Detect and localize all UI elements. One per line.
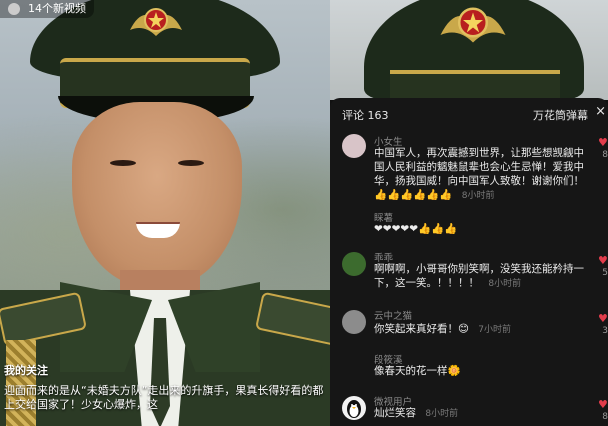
my-follow-label[interactable]: 我的关注 bbox=[4, 362, 48, 378]
new-videos-chip[interactable]: 14个新视频 bbox=[0, 0, 94, 18]
avatar[interactable] bbox=[342, 310, 366, 334]
like-count: 8 bbox=[602, 150, 608, 160]
like-heart-icon[interactable]: ♥ bbox=[598, 254, 608, 267]
avatar-icon bbox=[8, 3, 20, 15]
comment-emoji-line: 👍👍👍👍👍👍 8小时前 bbox=[374, 188, 584, 203]
comment-item[interactable]: 乖乖 啊啊啊，小哥哥你别笑啊，没笑我还能矜持一下，这一笑。！！！！ 8小时前 ♥… bbox=[330, 250, 608, 296]
close-icon[interactable]: × bbox=[595, 104, 606, 119]
video-thumb-top bbox=[330, 0, 608, 104]
new-videos-label: 14个新视频 bbox=[28, 2, 86, 15]
cap-badge-icon bbox=[440, 7, 506, 43]
comment-item[interactable]: 小女生 中国军人，再次震撼到世界，让那些想觊觎中国人民利益的魑魅鼠辈也会心生忌惮… bbox=[330, 132, 608, 202]
cap-badge-icon bbox=[130, 8, 182, 36]
comment-author[interactable]: 云中之猫 bbox=[374, 308, 412, 322]
video-caption: 迎面而来的是从“未婚夫方队”走出来的升旗手，果真长得好看的都上交给国家了！少女心… bbox=[4, 384, 324, 411]
danmu-button[interactable]: 万花筒弹幕 bbox=[533, 107, 588, 123]
comment-item[interactable]: 微视用户 灿烂笑容 8小时前 ♥ 8 bbox=[330, 394, 608, 424]
comment-text: 像春天的花一样🌼 bbox=[374, 364, 584, 378]
comment-item[interactable]: 云中之猫 你笑起来真好看！😊 7小时前 ♥ 3 bbox=[330, 308, 608, 340]
comment-time: 8小时前 bbox=[461, 191, 495, 201]
comment-body: 中国军人，再次震撼到世界，让那些想觊觎中国人民利益的魑魅鼠辈也会心生忌惮！爱我中… bbox=[374, 147, 584, 187]
comments-side: 评论 163 万花筒弹幕 × 小女生 中国军人，再次震撼到世界，让那些想觊觎中国… bbox=[330, 0, 608, 426]
comment-item[interactable]: 段筱溪 像春天的花一样🌼 bbox=[330, 352, 608, 382]
comment-time: 7小时前 bbox=[478, 325, 512, 335]
eye-left bbox=[110, 160, 136, 166]
comment-body: 你笑起来真好看！😊 bbox=[374, 323, 469, 335]
comment-body: 像春天的花一样🌼 bbox=[374, 365, 461, 377]
like-count: 5 bbox=[602, 268, 608, 278]
comment-emoji-line: ❤❤❤❤❤👍👍👍 bbox=[374, 222, 584, 236]
avatar[interactable] bbox=[342, 396, 366, 420]
comment-body: 灿烂笑容 bbox=[374, 407, 416, 419]
like-count: 3 bbox=[602, 326, 608, 336]
comment-count: 评论 163 bbox=[342, 109, 389, 122]
avatar[interactable] bbox=[342, 134, 366, 158]
emoji-row: ❤❤❤❤❤👍👍👍 bbox=[374, 223, 458, 235]
like-count: 8 bbox=[602, 412, 608, 422]
emoji-row: 👍👍👍👍👍👍 bbox=[374, 189, 453, 201]
penguin-icon bbox=[347, 400, 361, 418]
like-heart-icon[interactable]: ♥ bbox=[598, 398, 608, 411]
comment-text: 中国军人，再次震撼到世界，让那些想觊觎中国人民利益的魑魅鼠辈也会心生忌惮！爱我中… bbox=[374, 146, 584, 188]
like-heart-icon[interactable]: ♥ bbox=[598, 312, 608, 325]
comment-item[interactable]: 睬薯 ❤❤❤❤❤👍👍👍 bbox=[330, 210, 608, 240]
comments-panel: 评论 163 万花筒弹幕 × 小女生 中国军人，再次震撼到世界，让那些想觊觎中国… bbox=[330, 98, 608, 426]
avatar[interactable] bbox=[342, 252, 366, 276]
comment-time: 8小时前 bbox=[488, 279, 522, 289]
aiguillette bbox=[6, 340, 36, 426]
comment-body: 啊啊啊，小哥哥你别笑啊，没笑我还能矜持一下，这一笑。！！！！ bbox=[374, 263, 584, 289]
comment-text: 灿烂笑容 8小时前 bbox=[374, 406, 584, 421]
comment-text: 啊啊啊，小哥哥你别笑啊，没笑我还能矜持一下，这一笑。！！！！ 8小时前 bbox=[374, 262, 584, 291]
comments-header: 评论 163 万花筒弹幕 × bbox=[330, 98, 608, 128]
soldier-face bbox=[72, 102, 242, 287]
comment-time: 8小时前 bbox=[425, 409, 459, 419]
like-heart-icon[interactable]: ♥ bbox=[598, 136, 608, 149]
comment-text: 你笑起来真好看！😊 7小时前 bbox=[374, 322, 584, 337]
eye-right bbox=[178, 160, 204, 166]
video-frame[interactable]: 14个新视频 我的关注 迎面而来的是从“未婚夫方队”走出来的升旗手，果真长得好看… bbox=[0, 0, 330, 426]
